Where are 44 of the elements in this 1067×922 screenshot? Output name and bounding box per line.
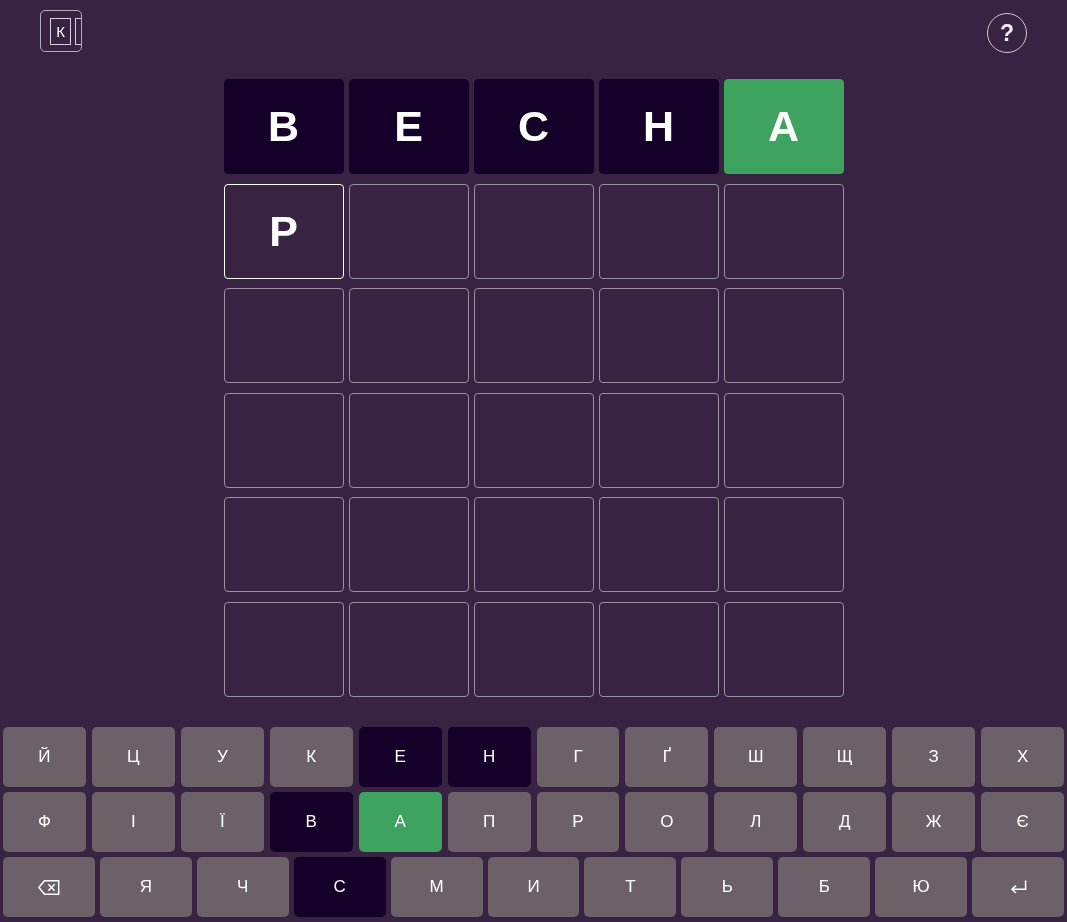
letter-key[interactable]: Ф: [3, 792, 86, 852]
letter-key[interactable]: І: [91, 792, 175, 852]
letter-key[interactable]: Ц: [91, 727, 175, 787]
letter-key[interactable]: У: [180, 727, 264, 787]
letter-tile: В: [223, 79, 344, 174]
letter-key[interactable]: К: [269, 727, 353, 787]
letter-key[interactable]: Ч: [196, 857, 289, 917]
letter-tile: Е: [348, 79, 469, 174]
letter-key[interactable]: Г: [536, 727, 620, 787]
letter-key[interactable]: Ш: [714, 727, 798, 787]
letter-key[interactable]: Н: [447, 727, 531, 787]
letter-key[interactable]: Р: [536, 792, 620, 852]
letter-tile: С: [473, 79, 594, 174]
letter-key[interactable]: Л: [714, 792, 798, 852]
letter-key[interactable]: И: [487, 857, 580, 917]
letter-key[interactable]: Ї: [180, 792, 264, 852]
letter-key[interactable]: Я: [99, 857, 192, 917]
letter-key[interactable]: Й: [3, 727, 86, 787]
letter-key[interactable]: С: [293, 857, 386, 917]
letter-key[interactable]: М: [390, 857, 483, 917]
letter-key[interactable]: П: [447, 792, 531, 852]
letter-key[interactable]: Є: [981, 792, 1065, 852]
letter-key[interactable]: В: [269, 792, 353, 852]
letter-key[interactable]: Ж: [892, 792, 976, 852]
letter-key[interactable]: Е: [358, 727, 442, 787]
logo[interactable]: К: [40, 10, 82, 52]
letter-tile: Н: [598, 79, 719, 174]
letter-key[interactable]: Х: [981, 727, 1065, 787]
letter-key[interactable]: А: [358, 792, 442, 852]
letter-key[interactable]: О: [625, 792, 709, 852]
letter-key[interactable]: Ь: [681, 857, 774, 917]
letter-key[interactable]: Ю: [875, 857, 968, 917]
backspace-key[interactable]: [3, 857, 95, 917]
letter-key[interactable]: Б: [778, 857, 871, 917]
backspace-icon: [37, 879, 60, 895]
letter-key[interactable]: Щ: [803, 727, 887, 787]
letter-key[interactable]: З: [892, 727, 976, 787]
letter-key[interactable]: Ґ: [625, 727, 709, 787]
logo-letter: К: [50, 17, 71, 45]
enter-icon: [1009, 879, 1027, 895]
letter-tile: А: [723, 79, 844, 174]
letter-key[interactable]: Д: [803, 792, 887, 852]
letter-key[interactable]: Т: [584, 857, 677, 917]
letter-tile: Р: [223, 183, 344, 279]
